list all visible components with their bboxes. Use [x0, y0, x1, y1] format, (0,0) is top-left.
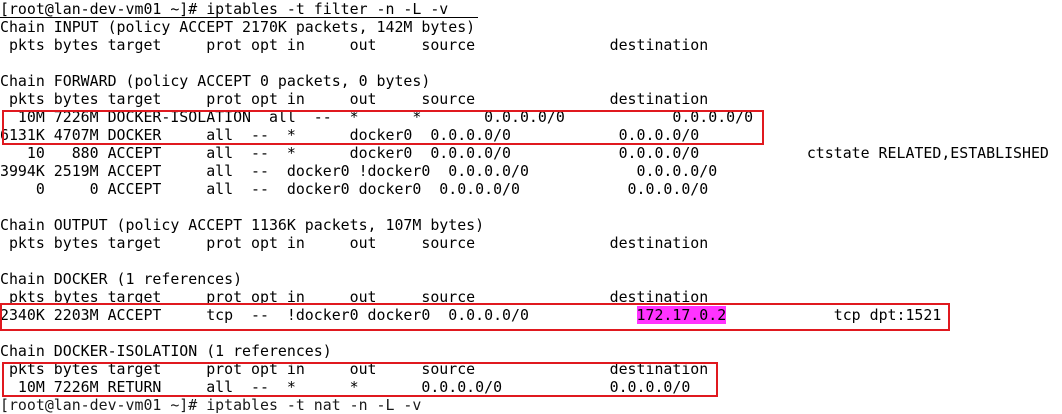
chain-forward-columns: pkts bytes target prot opt in out source…	[0, 90, 709, 108]
docker-rule-accept-tcp: 2340K 2203M ACCEPT tcp -- !docker0 docke…	[0, 306, 941, 324]
chain-forward-header: Chain FORWARD (policy ACCEPT 0 packets, …	[0, 72, 431, 90]
forward-rule-accept-out: 3994K 2519M ACCEPT all -- docker0 !docke…	[0, 162, 718, 180]
chain-output-header: Chain OUTPUT (policy ACCEPT 1136K packet…	[0, 216, 485, 234]
isolation-rule-return: 10M 7226M RETURN all -- * * 0.0.0.0/0 0.…	[0, 378, 691, 396]
forward-rule-docker: 6131K 4707M DOCKER all -- * docker0 0.0.…	[0, 126, 700, 144]
forward-rule-accept-established: 10 880 ACCEPT all -- * docker0 0.0.0.0/0…	[0, 144, 1049, 162]
docker-rule-suffix: tcp dpt:1521	[726, 306, 942, 324]
forward-rule-accept-internal: 0 0 ACCEPT all -- docker0 docker0 0.0.0.…	[0, 180, 709, 198]
chain-docker-header: Chain DOCKER (1 references)	[0, 270, 243, 288]
chain-docker-isolation-header: Chain DOCKER-ISOLATION (1 references)	[0, 342, 332, 360]
command-prompt-line: [root@lan-dev-vm01 ~]# iptables -t filte…	[0, 0, 449, 18]
docker-rule-prefix: 2340K 2203M ACCEPT tcp -- !docker0 docke…	[0, 306, 637, 324]
chain-docker-isolation-columns: pkts bytes target prot opt in out source…	[0, 360, 709, 378]
terminal-window[interactable]: [root@lan-dev-vm01 ~]# iptables -t filte…	[0, 0, 1062, 414]
chain-output-columns: pkts bytes target prot opt in out source…	[0, 234, 709, 252]
chain-docker-columns: pkts bytes target prot opt in out source…	[0, 288, 709, 306]
chain-input-header: Chain INPUT (policy ACCEPT 2170K packets…	[0, 18, 476, 36]
forward-rule-docker-isolation: 10M 7226M DOCKER-ISOLATION all -- * * 0.…	[0, 108, 754, 126]
selected-destination-ip[interactable]: 172.17.0.2	[636, 306, 727, 324]
next-command-line-partial: [root@lan-dev-vm01 ~]# iptables -t nat -…	[0, 396, 422, 414]
chain-input-columns: pkts bytes target prot opt in out source…	[0, 36, 709, 54]
